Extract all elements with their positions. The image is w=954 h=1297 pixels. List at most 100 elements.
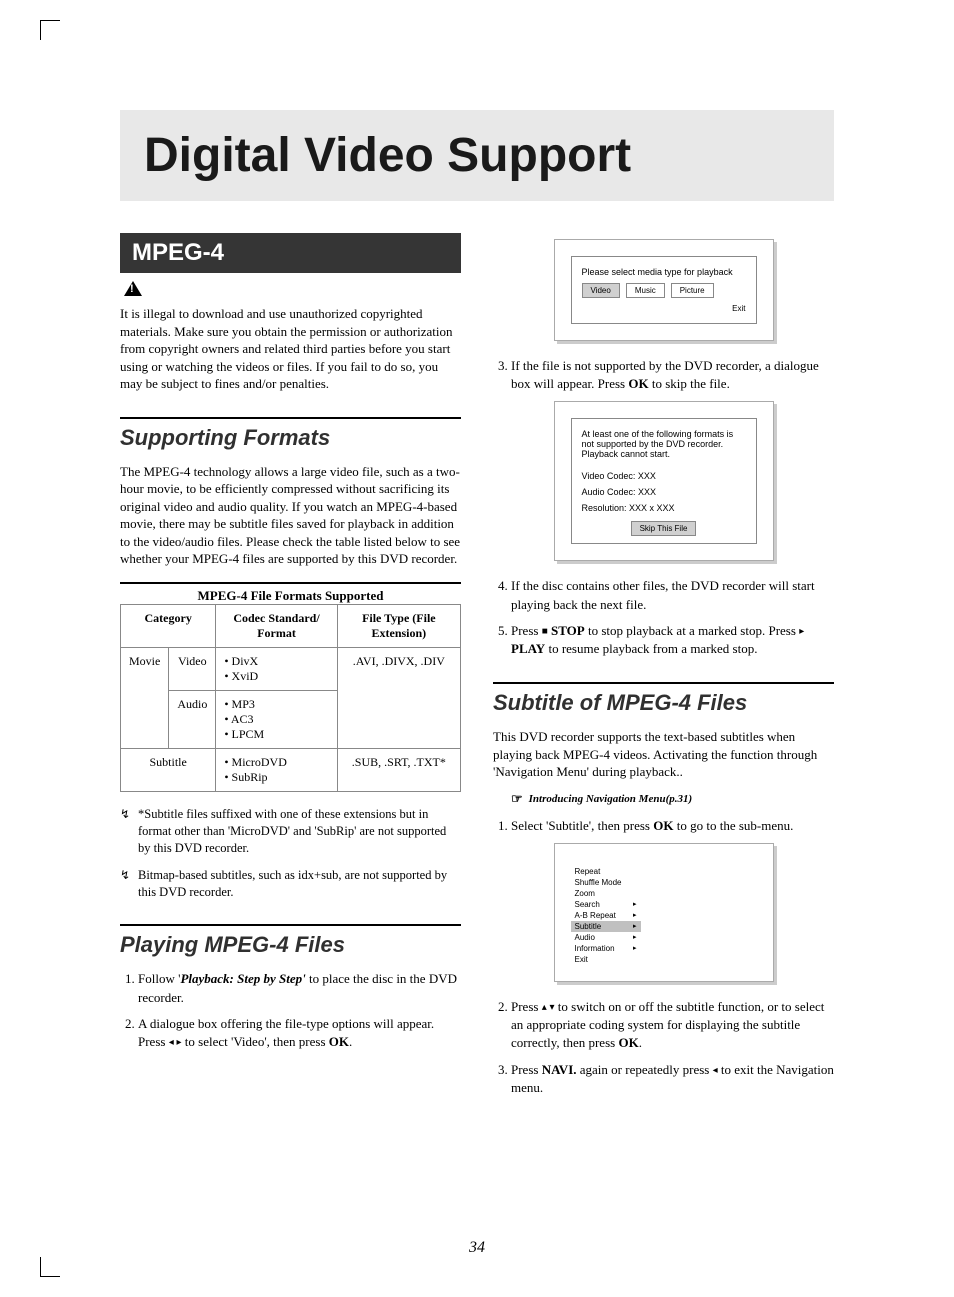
- right-column: Please select media type for playback Vi…: [493, 233, 834, 1105]
- step-item: Select 'Subtitle', then press OK to go t…: [511, 817, 834, 835]
- cell-video: Video: [169, 648, 216, 691]
- note-item: *Subtitle files suffixed with one of the…: [138, 806, 461, 857]
- step-text: Press: [511, 1062, 542, 1077]
- menu-label: Zoom: [575, 889, 595, 898]
- ref-text: Introducing Navigation Menu(p.31): [529, 793, 693, 805]
- cell-audio-codec: • MP3 • AC3 • LPCM: [216, 691, 337, 749]
- warning-icon: [124, 281, 142, 296]
- step-key: NAVI.: [542, 1062, 577, 1077]
- step-text: .: [639, 1035, 642, 1050]
- step-text: to skip the file.: [649, 376, 730, 391]
- step-item: If the file is not supported by the DVD …: [511, 357, 834, 393]
- chapter-title: Digital Video Support: [144, 128, 810, 183]
- th-codec: Codec Standard/ Format: [216, 605, 337, 648]
- step-text: to resume playback from a marked stop.: [545, 641, 757, 656]
- menu-label: Search: [575, 900, 600, 909]
- step-text: again or repeatedly press: [577, 1062, 713, 1077]
- step-text: to stop playback at a marked stop. Press: [585, 623, 799, 638]
- crop-mark: [40, 20, 60, 40]
- note-item: Bitmap-based subtitles, such as idx+sub,…: [138, 867, 461, 901]
- menu-label: Audio: [575, 933, 595, 942]
- step-text: to switch on or off the subtitle functio…: [511, 999, 824, 1050]
- screen-nav-menu: Repeat Shuffle Mode Zoom Search A-B Repe…: [554, 843, 774, 982]
- cell-subtitle-codec: • MicroDVD • SubRip: [216, 749, 337, 792]
- step-emph: Playback: Step by Step': [180, 971, 305, 986]
- warning-text: It is illegal to download and use unauth…: [120, 305, 461, 393]
- right-steps-cont: If the disc contains other files, the DV…: [493, 577, 834, 658]
- step-key: PLAY: [511, 641, 545, 656]
- step-item: A dialogue box offering the file-type op…: [138, 1015, 461, 1051]
- media-btn-video: Video: [582, 283, 620, 298]
- nav-menu-list: Repeat Shuffle Mode Zoom Search A-B Repe…: [571, 866, 757, 965]
- stop-icon: ■: [542, 626, 548, 637]
- step-key: STOP: [551, 623, 585, 638]
- crop-mark: [40, 1257, 60, 1277]
- step-key: OK: [653, 818, 673, 833]
- menu-label: Information: [575, 944, 615, 953]
- play-icon: ▸: [799, 626, 804, 637]
- menu-item-abrepeat: A-B Repeat: [571, 910, 641, 921]
- page-number: 34: [0, 1239, 954, 1257]
- section-banner-mpeg4: MPEG-4: [120, 233, 461, 273]
- media-btn-picture: Picture: [671, 283, 714, 298]
- table-title: MPEG-4 File Formats Supported: [120, 582, 461, 604]
- subhead-subtitle: Subtitle of MPEG-4 Files: [493, 682, 834, 716]
- screen-media-select: Please select media type for playback Vi…: [554, 239, 774, 341]
- menu-label: Exit: [575, 955, 588, 964]
- step-text: Follow ': [138, 971, 180, 986]
- cell-movie: Movie: [121, 648, 169, 749]
- menu-label: A-B Repeat: [575, 911, 616, 920]
- table-header-row: Category Codec Standard/ Format File Typ…: [121, 605, 461, 648]
- step-item: Follow 'Playback: Step by Step' to place…: [138, 970, 461, 1006]
- dialog-ac: Audio Codec: XXX: [582, 487, 746, 497]
- subtitle-steps-cont: Press ▴ ▾ to switch on or off the subtit…: [493, 998, 834, 1097]
- subtitle-steps: Select 'Subtitle', then press OK to go t…: [493, 817, 834, 835]
- notes-list: *Subtitle files suffixed with one of the…: [120, 806, 461, 900]
- dialog-box: Please select media type for playback Vi…: [571, 256, 757, 324]
- supporting-intro: The MPEG-4 technology allows a large vid…: [120, 463, 461, 568]
- formats-table: Category Codec Standard/ Format File Typ…: [120, 604, 461, 792]
- table-row: Subtitle • MicroDVD • SubRip .SUB, .SRT,…: [121, 749, 461, 792]
- dialog-box: At least one of the following formats is…: [571, 418, 757, 544]
- left-right-arrow-icon: ◂ ▸: [169, 1037, 182, 1048]
- up-down-arrow-icon: ▴ ▾: [542, 1002, 555, 1013]
- page: Digital Video Support MPEG-4 It is illeg…: [0, 0, 954, 1165]
- dialog-line: At least one of the following formats is…: [582, 429, 746, 459]
- dialog-res: Resolution: XXX x XXX: [582, 503, 746, 513]
- table-row: Movie Video • DivX • XviD .AVI, .DIVX, .…: [121, 648, 461, 691]
- cell-video-codec: • DivX • XviD: [216, 648, 337, 691]
- cell-subtitle-ext: .SUB, .SRT, .TXT*: [337, 749, 460, 792]
- dialog-exit: Exit: [582, 304, 746, 313]
- step-text: to select 'Video', then press: [182, 1034, 329, 1049]
- menu-label: Shuffle Mode: [575, 878, 622, 887]
- subhead-playing: Playing MPEG-4 Files: [120, 924, 461, 958]
- subhead-supporting-formats: Supporting Formats: [120, 417, 461, 451]
- subtitle-intro: This DVD recorder supports the text-base…: [493, 728, 834, 781]
- menu-label: Subtitle: [575, 922, 602, 931]
- menu-item-zoom: Zoom: [571, 888, 641, 899]
- menu-item-audio: Audio: [571, 932, 641, 943]
- menu-item-repeat: Repeat: [571, 866, 641, 877]
- step-item: Press ▴ ▾ to switch on or off the subtit…: [511, 998, 834, 1053]
- cell-audio: Audio: [169, 691, 216, 749]
- cell-subtitle: Subtitle: [121, 749, 216, 792]
- cross-reference: Introducing Navigation Menu(p.31): [511, 791, 834, 807]
- menu-item-subtitle: Subtitle: [571, 921, 641, 932]
- step-item: Press NAVI. again or repeatedly press ◂ …: [511, 1061, 834, 1097]
- dialog-btn-row: Skip This File: [582, 523, 746, 533]
- cell-movie-ext: .AVI, .DIVX, .DIV: [337, 648, 460, 749]
- step-text: Select 'Subtitle', then press: [511, 818, 653, 833]
- step-item: Press ■ STOP to stop playback at a marke…: [511, 622, 834, 658]
- step-key: OK: [618, 1035, 638, 1050]
- dialog-vc: Video Codec: XXX: [582, 471, 746, 481]
- step-text: .: [349, 1034, 352, 1049]
- screen-unsupported: At least one of the following formats is…: [554, 401, 774, 561]
- menu-item-search: Search: [571, 899, 641, 910]
- chapter-title-banner: Digital Video Support: [120, 110, 834, 201]
- playing-steps: Follow 'Playback: Step by Step' to place…: [120, 970, 461, 1051]
- left-column: MPEG-4 It is illegal to download and use…: [120, 233, 461, 1105]
- media-buttons-row: Video Music Picture: [582, 283, 746, 298]
- menu-item-shuffle: Shuffle Mode: [571, 877, 641, 888]
- step-text: Press: [511, 623, 542, 638]
- th-category: Category: [121, 605, 216, 648]
